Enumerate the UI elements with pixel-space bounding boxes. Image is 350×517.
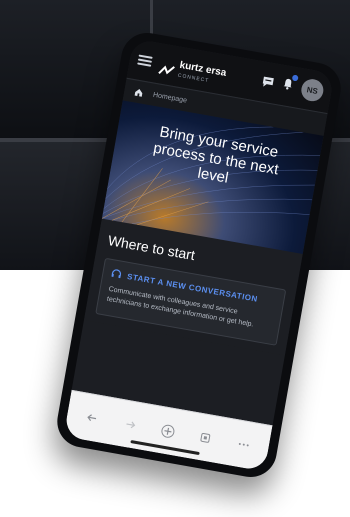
brand-mark-icon	[158, 65, 175, 75]
tabs-button[interactable]	[196, 429, 215, 448]
back-button[interactable]	[83, 409, 102, 428]
arrow-left-icon	[87, 414, 97, 422]
forward-button[interactable]	[121, 415, 140, 434]
home-icon[interactable]	[134, 87, 144, 97]
more-button[interactable]	[234, 435, 253, 454]
headset-icon	[111, 269, 122, 279]
user-avatar[interactable]: NS	[299, 77, 326, 103]
chat-icon[interactable]	[261, 75, 275, 89]
plus-icon	[161, 424, 175, 438]
breadcrumb-homepage[interactable]: Homepage	[153, 91, 188, 104]
notification-badge	[291, 74, 299, 82]
home-indicator	[130, 439, 200, 456]
notifications-button[interactable]	[280, 74, 299, 96]
brand-logo[interactable]: kurtz ersa CONNECT	[158, 51, 228, 86]
more-icon	[238, 442, 249, 447]
browser-bottom-bar	[63, 389, 273, 472]
hamburger-menu-icon[interactable]	[137, 54, 153, 67]
arrow-right-icon	[126, 421, 135, 429]
new-tab-button[interactable]	[159, 422, 178, 441]
tabs-icon	[200, 433, 211, 443]
